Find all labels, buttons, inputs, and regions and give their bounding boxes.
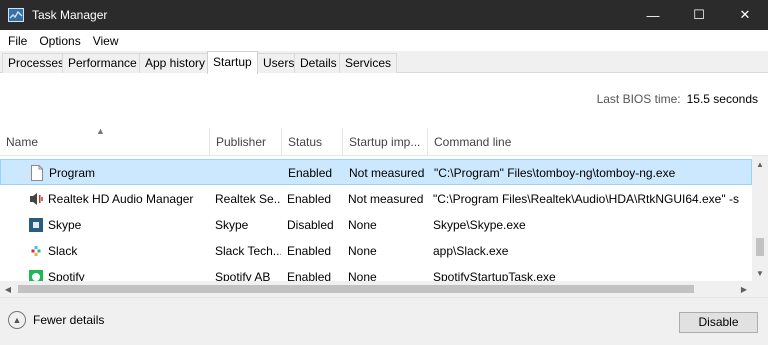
table-row[interactable]: Slack Slack Tech... Enabled None app\Sla…	[0, 238, 752, 264]
tab-strip: Processes Performance App history Startu…	[0, 51, 768, 74]
row-name: Spotify	[48, 270, 85, 281]
row-impact: None	[348, 244, 377, 258]
row-impact: Not measured	[349, 166, 425, 180]
row-publisher: Realtek Se...	[215, 192, 281, 206]
column-header-name[interactable]: Name	[0, 128, 210, 156]
bios-time-label: Last BIOS time:	[596, 92, 681, 106]
scroll-left-icon[interactable]: ◀	[0, 281, 16, 297]
row-command: app\Slack.exe	[433, 244, 509, 258]
speaker-icon	[29, 191, 43, 207]
title-bar: Task Manager — ☐ ✕	[0, 0, 768, 30]
vertical-scrollbar[interactable]: ▲ ▼	[752, 156, 768, 281]
table-row[interactable]: Realtek HD Audio Manager Realtek Se... E…	[0, 186, 752, 212]
scroll-down-icon[interactable]: ▼	[752, 265, 768, 281]
row-name: Slack	[48, 244, 78, 258]
vertical-scroll-thumb[interactable]	[756, 238, 764, 256]
tab-processes[interactable]: Processes	[2, 53, 71, 73]
menu-view[interactable]: View	[87, 34, 125, 48]
scroll-up-icon[interactable]: ▲	[752, 156, 768, 172]
row-command: "C:\Program Files\Realtek\Audio\HDA\RtkN…	[433, 192, 739, 206]
tab-app-history[interactable]: App history	[139, 53, 212, 73]
table-row[interactable]: Spotify Spotify AB Enabled None SpotifyS…	[0, 264, 752, 281]
scrollbar-corner	[752, 281, 768, 297]
spotify-icon	[29, 269, 43, 281]
row-status: Enabled	[287, 192, 332, 206]
table-row[interactable]: Program Enabled Not measured "C:\Program…	[0, 159, 752, 185]
close-button[interactable]: ✕	[722, 0, 768, 30]
task-manager-icon	[8, 8, 24, 22]
horizontal-scrollbar[interactable]: ◀ ▶	[0, 281, 752, 297]
row-publisher: Skype	[215, 218, 249, 232]
disable-button[interactable]: Disable	[679, 312, 758, 333]
row-status: Enabled	[287, 270, 332, 281]
column-header-command-line[interactable]: Command line	[428, 128, 752, 156]
column-header-status[interactable]: Status	[282, 128, 343, 156]
row-publisher: Slack Tech...	[215, 244, 281, 258]
column-header-row: Name Publisher Status Startup imp... Com…	[0, 128, 768, 156]
menu-options[interactable]: Options	[33, 34, 86, 48]
table-row[interactable]: Skype Skype Disabled None Skype\Skype.ex…	[0, 212, 752, 238]
fewer-details-toggle[interactable]: ▲ Fewer details	[8, 311, 104, 329]
footer-bar: ▲ Fewer details Disable	[0, 297, 768, 345]
row-status: Enabled	[287, 244, 332, 258]
tab-startup[interactable]: Startup	[207, 51, 258, 74]
row-publisher	[216, 160, 282, 186]
bios-time-value: 15.5 seconds	[686, 92, 758, 106]
bios-time: Last BIOS time: 15.5 seconds	[597, 92, 758, 106]
skype-icon	[29, 217, 43, 233]
slack-icon	[29, 243, 43, 259]
row-status: Disabled	[287, 218, 334, 232]
tab-performance[interactable]: Performance	[62, 53, 143, 73]
window-title: Task Manager	[32, 8, 108, 22]
tab-details[interactable]: Details	[294, 53, 343, 73]
tab-services[interactable]: Services	[339, 53, 398, 73]
row-name: Skype	[48, 218, 82, 232]
column-header-publisher[interactable]: Publisher	[210, 128, 282, 156]
row-command: Skype\Skype.exe	[433, 218, 526, 232]
menu-bar: File Options View	[0, 30, 768, 51]
row-impact: None	[348, 218, 377, 232]
row-impact: None	[348, 270, 377, 281]
row-status: Enabled	[288, 166, 333, 180]
file-icon	[30, 165, 44, 181]
row-command: "C:\Program" Files\tomboy-ng\tomboy-ng.e…	[434, 166, 676, 180]
fewer-details-label: Fewer details	[33, 313, 105, 327]
menu-file[interactable]: File	[2, 34, 33, 48]
column-header-startup-impact[interactable]: Startup imp...	[343, 128, 428, 156]
scroll-right-icon[interactable]: ▶	[736, 281, 752, 297]
row-name: Realtek HD Audio Manager	[48, 192, 194, 206]
row-publisher: Spotify AB	[215, 270, 271, 281]
maximize-button[interactable]: ☐	[676, 0, 722, 30]
row-impact: Not measured	[348, 192, 424, 206]
minimize-button[interactable]: —	[630, 0, 676, 30]
horizontal-scroll-thumb[interactable]	[18, 285, 694, 293]
startup-list: Program Enabled Not measured "C:\Program…	[0, 159, 752, 281]
row-command: SpotifyStartupTask.exe	[433, 270, 556, 281]
chevron-up-icon: ▲	[8, 311, 26, 329]
row-name: Program	[49, 166, 96, 180]
